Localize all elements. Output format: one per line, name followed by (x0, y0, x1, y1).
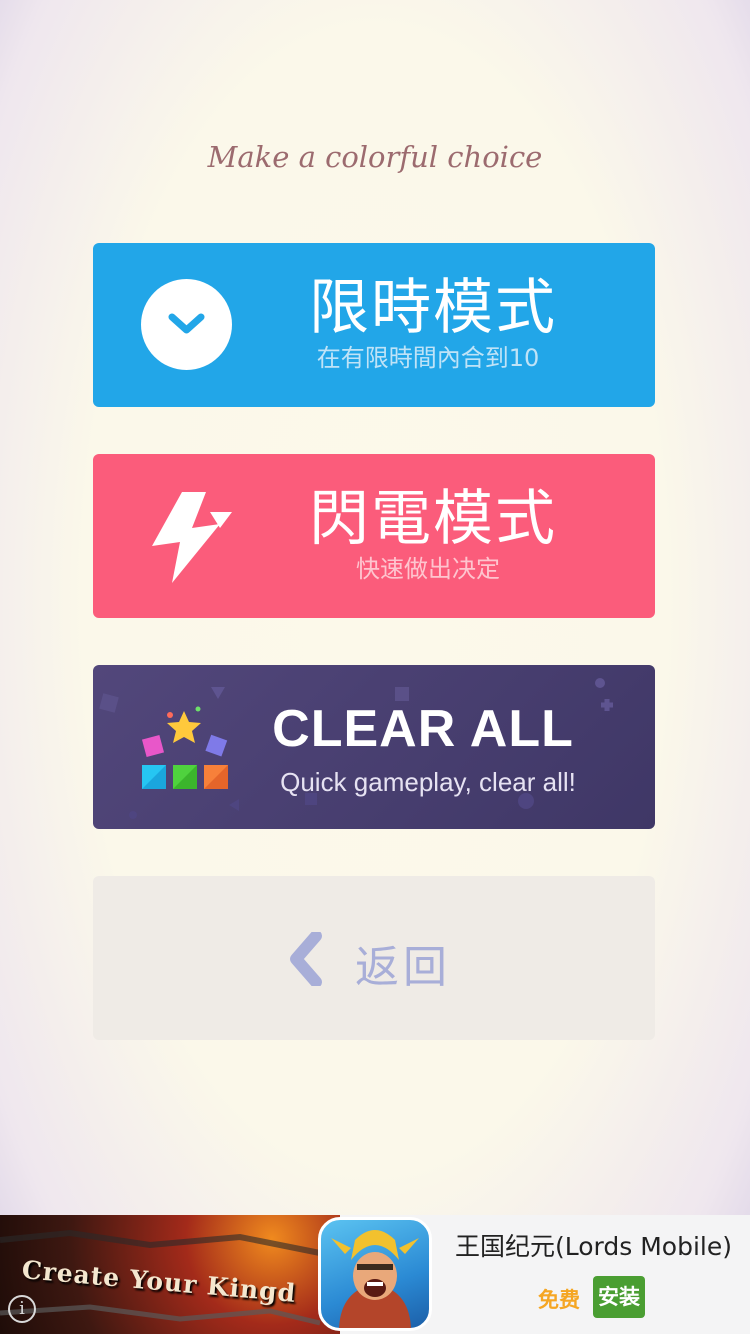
ad-banner[interactable]: Create Your Kingd i 王国纪元(Lords Mobile) 免… (0, 1215, 750, 1334)
app-icon[interactable] (318, 1217, 432, 1331)
page-subtitle: Make a colorful choice (207, 140, 543, 174)
flash-mode-button[interactable]: 閃電模式 快速做出决定 (93, 454, 655, 618)
back-button[interactable]: 返回 (93, 876, 655, 1040)
flash-mode-subtitle: 快速做出决定 (356, 555, 500, 583)
clear-all-button[interactable]: CLEAR ALL Quick gameplay, clear all! (93, 665, 655, 829)
lightning-icon (152, 492, 232, 583)
colored-blocks-star-icon (141, 706, 228, 789)
flash-mode-title: 閃電模式 (309, 484, 557, 554)
clear-all-subtitle: Quick gameplay, clear all! (280, 767, 576, 797)
chevron-left-icon (290, 932, 322, 986)
timed-mode-button[interactable]: 限時模式 在有限時間內合到10 (93, 243, 655, 407)
timed-mode-subtitle: 在有限時間內合到10 (316, 344, 540, 372)
clock-icon (141, 279, 232, 370)
timed-mode-title: 限時模式 (309, 273, 557, 343)
ad-install-button[interactable]: 安装 (593, 1276, 645, 1318)
info-icon[interactable]: i (8, 1295, 36, 1323)
back-label: 返回 (355, 942, 451, 993)
ad-banner-image[interactable]: Create Your Kingd i (0, 1215, 340, 1334)
clear-all-title: CLEAR ALL (272, 700, 574, 758)
ad-price-label: 免费 (538, 1288, 580, 1312)
ad-app-name[interactable]: 王国纪元(Lords Mobile) (455, 1227, 732, 1263)
